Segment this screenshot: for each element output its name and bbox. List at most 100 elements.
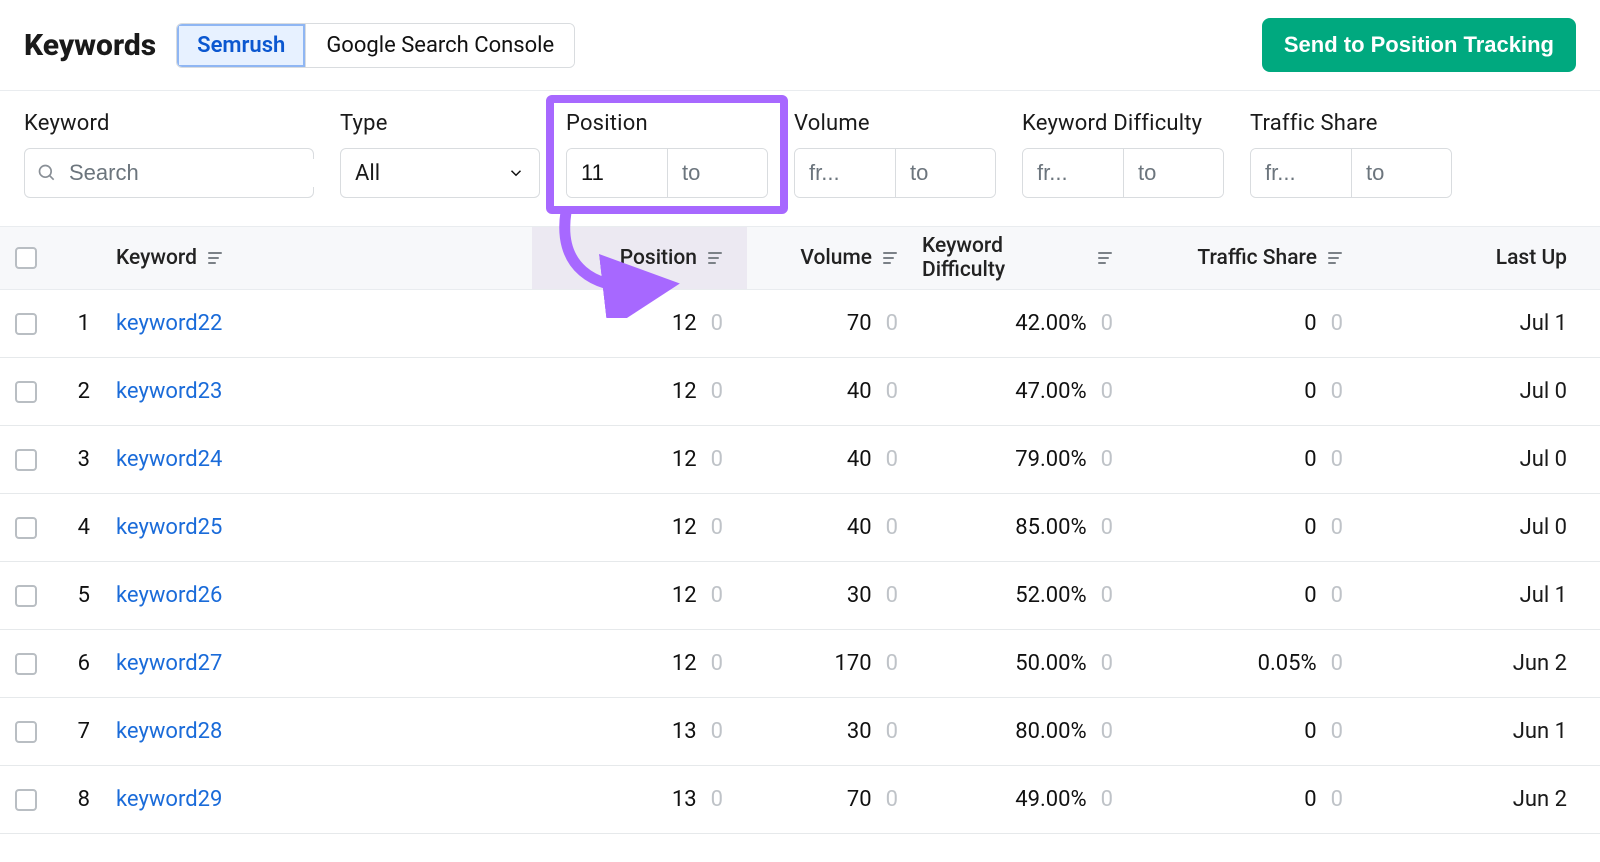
ts-from-input[interactable] [1251, 149, 1351, 197]
keyword-link[interactable]: keyword23 [116, 379, 222, 404]
row-position-cell: 120 [532, 515, 747, 540]
filter-kd-label: Keyword Difficulty [1022, 111, 1224, 136]
volume-delta: 0 [886, 787, 898, 812]
row-keyword-cell: keyword23 [102, 379, 532, 404]
header-kd-label: Keyword Difficulty [922, 234, 1087, 282]
kd-delta: 0 [1101, 651, 1113, 676]
row-checkbox[interactable] [15, 585, 37, 607]
row-volume-cell: 300 [747, 583, 922, 608]
row-position-cell: 120 [532, 311, 747, 336]
position-from-input[interactable] [567, 149, 667, 197]
send-to-position-tracking-button[interactable]: Send to Position Tracking [1262, 18, 1576, 72]
row-checkbox[interactable] [15, 313, 37, 335]
traffic-delta: 0 [1331, 515, 1343, 540]
traffic-delta: 0 [1331, 379, 1343, 404]
volume-delta: 0 [886, 719, 898, 744]
filter-position: Position [566, 111, 768, 198]
row-updated-cell: Jun 1 [1367, 719, 1567, 744]
row-kd-cell: 52.00%0 [922, 583, 1137, 608]
traffic-delta: 0 [1331, 447, 1343, 472]
filter-keyword-difficulty: Keyword Difficulty [1022, 111, 1224, 198]
row-updated-cell: Jul 0 [1367, 379, 1567, 404]
row-traffic-cell: 00 [1137, 787, 1367, 812]
volume-from-input[interactable] [795, 149, 895, 197]
kd-value: 85.00% [1015, 515, 1086, 540]
tab-google-search-console[interactable]: Google Search Console [305, 24, 574, 67]
keyword-link[interactable]: keyword25 [116, 515, 222, 540]
row-checkbox-cell [0, 653, 52, 675]
row-index: 3 [52, 447, 102, 472]
position-value: 12 [672, 379, 697, 404]
position-value: 12 [672, 651, 697, 676]
row-volume-cell: 1700 [747, 651, 922, 676]
header-keyword-difficulty[interactable]: Keyword Difficulty [922, 234, 1137, 282]
volume-delta: 0 [886, 651, 898, 676]
row-index: 6 [52, 651, 102, 676]
position-delta: 0 [711, 719, 723, 744]
filter-keyword-label: Keyword [24, 111, 314, 136]
keyword-search-wrap[interactable] [24, 148, 314, 198]
kd-to-input[interactable] [1123, 149, 1223, 197]
kd-value: 79.00% [1015, 447, 1086, 472]
header-volume[interactable]: Volume [747, 246, 922, 270]
kd-value: 42.00% [1015, 311, 1086, 336]
search-icon [37, 163, 57, 183]
row-checkbox[interactable] [15, 789, 37, 811]
volume-delta: 0 [886, 583, 898, 608]
row-index: 1 [52, 311, 102, 336]
sort-icon [882, 250, 898, 266]
tab-semrush[interactable]: Semrush [177, 24, 305, 67]
row-checkbox-cell [0, 721, 52, 743]
table-body: 1keyword2212070042.00%000Jul 12keyword23… [0, 290, 1600, 834]
filter-keyword: Keyword [24, 111, 314, 198]
updated-value: Jul 1 [1520, 583, 1567, 608]
updated-value: Jul 0 [1520, 515, 1567, 540]
volume-value: 40 [847, 379, 872, 404]
keyword-link[interactable]: keyword27 [116, 651, 222, 676]
row-checkbox[interactable] [15, 517, 37, 539]
row-kd-cell: 47.00%0 [922, 379, 1137, 404]
row-checkbox[interactable] [15, 381, 37, 403]
kd-value: 52.00% [1015, 583, 1086, 608]
table-row: 8keyword2913070049.00%000Jun 2 [0, 766, 1600, 834]
table-row: 2keyword2312040047.00%000Jul 0 [0, 358, 1600, 426]
row-checkbox[interactable] [15, 449, 37, 471]
keyword-link[interactable]: keyword28 [116, 719, 222, 744]
volume-value: 40 [847, 515, 872, 540]
traffic-value: 0 [1304, 583, 1316, 608]
row-volume-cell: 700 [747, 787, 922, 812]
header-last-updated[interactable]: Last Up [1367, 246, 1567, 270]
row-volume-cell: 400 [747, 447, 922, 472]
row-index: 5 [52, 583, 102, 608]
keyword-link[interactable]: keyword24 [116, 447, 222, 472]
keyword-link[interactable]: keyword22 [116, 311, 222, 336]
kd-from-input[interactable] [1023, 149, 1123, 197]
row-traffic-cell: 00 [1137, 311, 1367, 336]
kd-value: 49.00% [1015, 787, 1086, 812]
select-all-checkbox[interactable] [15, 247, 37, 269]
keyword-link[interactable]: keyword26 [116, 583, 222, 608]
header-keyword[interactable]: Keyword [102, 246, 532, 270]
keyword-link[interactable]: keyword29 [116, 787, 222, 812]
row-traffic-cell: 00 [1137, 515, 1367, 540]
header-traffic-share[interactable]: Traffic Share [1137, 246, 1367, 270]
header-volume-label: Volume [800, 246, 872, 270]
updated-value: Jun 2 [1513, 651, 1567, 676]
row-checkbox[interactable] [15, 721, 37, 743]
kd-range [1022, 148, 1224, 198]
position-to-input[interactable] [667, 149, 767, 197]
kd-delta: 0 [1101, 787, 1113, 812]
row-checkbox-cell [0, 381, 52, 403]
header-position[interactable]: Position [532, 246, 747, 270]
keyword-search-input[interactable] [67, 159, 359, 187]
volume-to-input[interactable] [895, 149, 995, 197]
row-checkbox-cell [0, 517, 52, 539]
table-header: Keyword Position Volume Keyword Difficul… [0, 226, 1600, 290]
filter-position-label: Position [566, 111, 768, 136]
filter-volume-label: Volume [794, 111, 996, 136]
volume-delta: 0 [886, 379, 898, 404]
row-checkbox-cell [0, 449, 52, 471]
type-select[interactable]: All [340, 148, 540, 198]
ts-to-input[interactable] [1351, 149, 1451, 197]
row-checkbox[interactable] [15, 653, 37, 675]
